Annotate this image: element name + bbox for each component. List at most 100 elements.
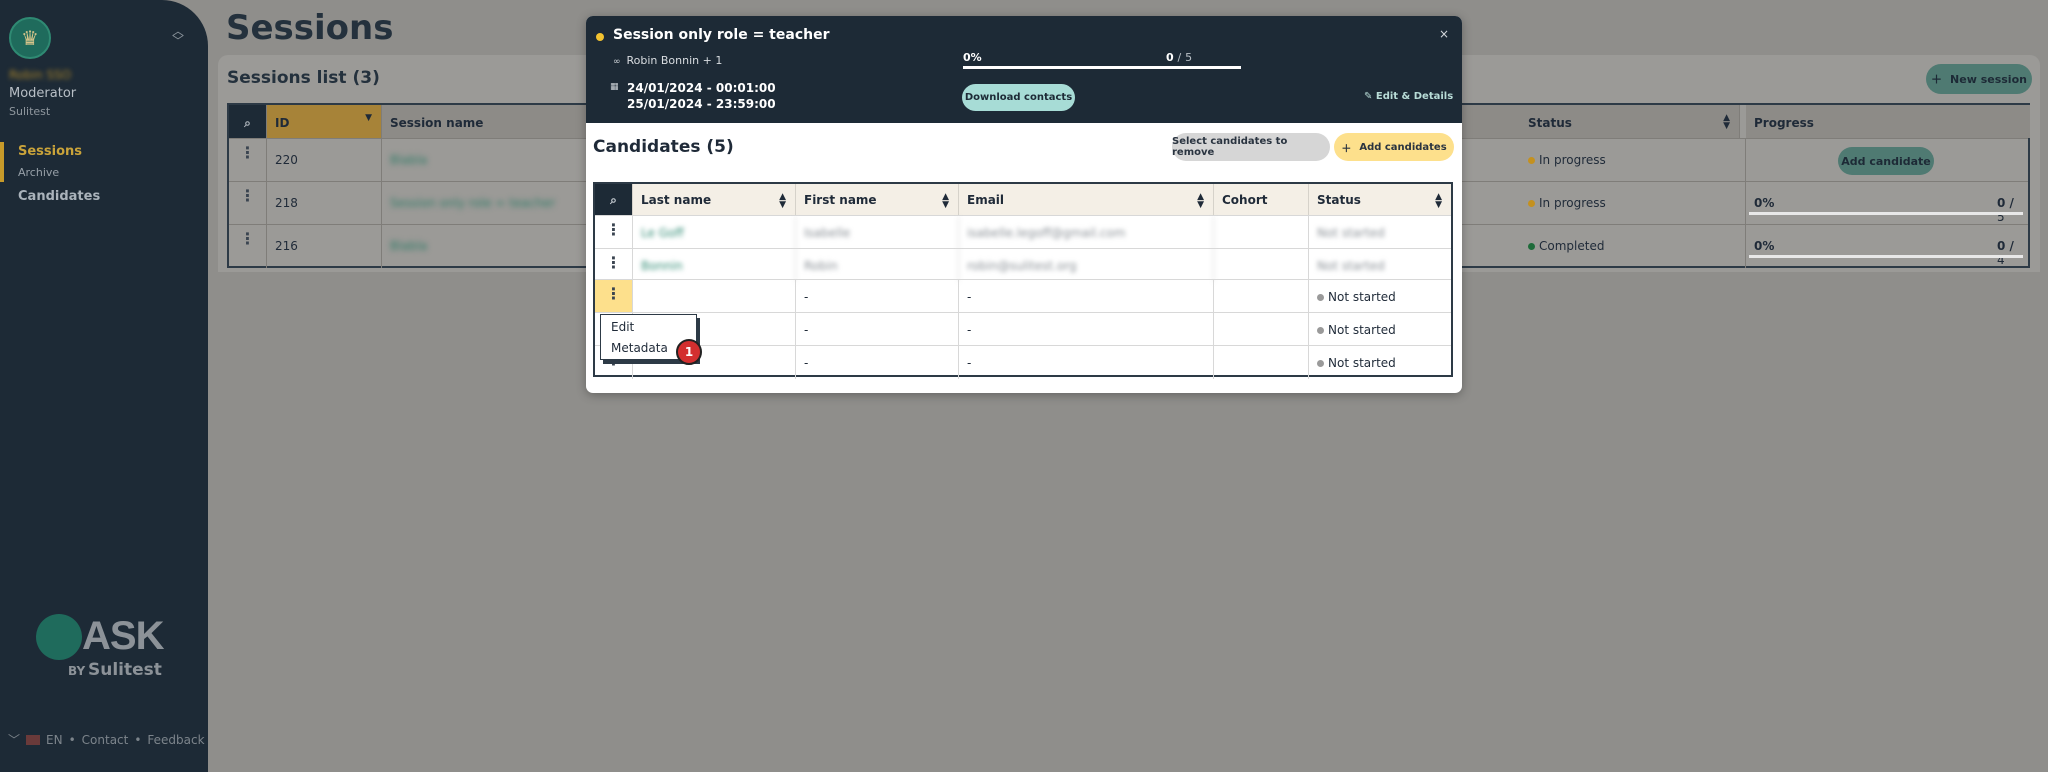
candidate-status: Not started xyxy=(1317,226,1385,240)
user-avatar[interactable]: ♛ xyxy=(9,17,51,59)
progress-pct: 0% xyxy=(1754,239,1775,253)
email: - xyxy=(959,346,1214,379)
column-header-id[interactable]: ID ▼ xyxy=(267,105,382,138)
table-row[interactable]: ⋮ - - Not started xyxy=(595,279,1451,313)
sidebar-footer: ﹀ EN • Contact • Feedback xyxy=(8,731,205,748)
sidebar-item-candidates[interactable]: Candidates xyxy=(18,189,100,204)
column-last-label: Last name xyxy=(641,193,712,207)
row-menu-icon[interactable]: ⋮ xyxy=(229,139,267,182)
column-status-label: Status xyxy=(1528,116,1572,130)
sort-icon[interactable]: ▲ ▼ xyxy=(942,193,949,210)
last-name[interactable]: Le Goff xyxy=(633,216,796,249)
column-header-email[interactable]: Email ▲ ▼ xyxy=(959,184,1214,215)
session-status: Completed xyxy=(1520,225,1746,268)
add-candidates-button[interactable]: ＋ Add candidates xyxy=(1334,133,1454,161)
table-row[interactable]: ⋮ - - Not started xyxy=(595,312,1451,346)
user-name: Robin SSO xyxy=(9,68,72,82)
step-badge: 1 xyxy=(676,339,702,365)
feedback-link[interactable]: Feedback xyxy=(147,733,204,747)
menu-item-metadata[interactable]: Metadata xyxy=(611,341,668,355)
status-label: In progress xyxy=(1539,196,1606,210)
contact-link[interactable]: Contact xyxy=(82,733,129,747)
row-menu-icon[interactable]: ⋮ xyxy=(595,249,633,282)
nav-active-indicator xyxy=(0,142,4,182)
session-status: In progress xyxy=(1520,139,1746,182)
first-name: - xyxy=(796,346,959,379)
plus-icon: ＋ xyxy=(1341,143,1352,155)
email: isabelle.legoff@gmail.com xyxy=(959,216,1214,249)
progress-pct: 0% xyxy=(1754,196,1775,210)
row-menu-icon[interactable]: ⋮ xyxy=(229,225,267,268)
session-owner: ∞ Robin Bonnin + 1 xyxy=(613,54,722,67)
last-name[interactable] xyxy=(633,280,796,313)
table-row[interactable]: ⋮ Bonnin Robin robin@sulitest.org Not st… xyxy=(595,248,1451,282)
status-dot xyxy=(1317,360,1324,367)
candidate-status: Not started xyxy=(1309,313,1451,346)
sort-icon[interactable]: ▲ ▼ xyxy=(1723,114,1730,131)
first-name: - xyxy=(796,280,959,313)
session-id: 220 xyxy=(267,139,382,182)
column-cohort-label: Cohort xyxy=(1222,193,1268,207)
column-name-label: Session name xyxy=(390,116,484,130)
session-dates: 24/01/2024 - 00:01:00 25/01/2024 - 23:59… xyxy=(613,80,776,112)
select-candidates-to-remove-button[interactable]: Select candidates to remove xyxy=(1172,133,1330,161)
brand-by: BY xyxy=(68,664,86,678)
new-session-label: New session xyxy=(1950,72,2027,86)
column-header-cohort: Cohort xyxy=(1214,184,1309,215)
table-search-icon[interactable]: ⌕ xyxy=(595,184,633,215)
close-icon[interactable]: × xyxy=(1439,27,1449,41)
row-menu-icon[interactable]: ⋮ xyxy=(595,280,633,313)
link-icon: ∞ xyxy=(613,57,621,67)
first-name: - xyxy=(796,313,959,346)
add-candidate-button[interactable]: Add candidate xyxy=(1838,147,1934,175)
column-header-status[interactable]: Status ▲ ▼ xyxy=(1309,184,1451,215)
sort-icon[interactable]: ▲ ▼ xyxy=(1197,193,1204,210)
status-dot xyxy=(1317,294,1324,301)
status-dot xyxy=(1528,157,1535,164)
status-dot xyxy=(1317,327,1324,334)
brand-ask: ASK xyxy=(82,614,164,658)
modal-progress-count: 0 / 5 xyxy=(1166,51,1193,64)
row-menu-icon[interactable]: ⋮ xyxy=(595,216,633,249)
chevron-down-icon[interactable]: ﹀ xyxy=(8,731,20,748)
brand-sulitest: Sulitest xyxy=(88,660,162,680)
status-dot xyxy=(596,33,604,41)
chevron-updown-icon[interactable]: ︿ ﹀ xyxy=(172,25,184,47)
modal-progress-pct: 0% xyxy=(963,51,982,64)
sidebar: ♛ ︿ ﹀ Robin SSO Moderator Sulitest Sessio… xyxy=(0,0,208,772)
footer-sep: • xyxy=(134,732,142,747)
new-session-button[interactable]: ＋ New session xyxy=(1926,64,2032,94)
footer-sep: • xyxy=(68,732,76,747)
column-header-last-name[interactable]: Last name ▲ ▼ xyxy=(633,184,796,215)
column-id-label: ID xyxy=(275,116,290,130)
first-name: Robin xyxy=(796,249,959,282)
sort-desc-icon[interactable]: ▼ xyxy=(365,114,372,123)
column-header-first-name[interactable]: First name ▲ ▼ xyxy=(796,184,959,215)
menu-item-edit[interactable]: Edit xyxy=(611,320,634,334)
owner-label: Robin Bonnin + 1 xyxy=(626,54,723,67)
last-name[interactable]: Bonnin xyxy=(633,249,796,282)
table-search-icon[interactable]: ⌕ xyxy=(229,105,267,138)
modal-progress-bar xyxy=(963,66,1241,69)
cohort xyxy=(1214,216,1309,249)
edit-details-link[interactable]: ✎ Edit & Details xyxy=(1364,91,1453,102)
row-menu-icon[interactable]: ⋮ xyxy=(229,182,267,225)
language-selector[interactable]: EN xyxy=(46,733,63,747)
sort-icon[interactable]: ▲ ▼ xyxy=(1435,193,1442,210)
sessions-list-title: Sessions list (3) xyxy=(227,68,380,88)
sort-icon[interactable]: ▲ ▼ xyxy=(779,193,786,210)
session-status: In progress xyxy=(1520,182,1746,225)
brand-logo: ASK BY Sulitest xyxy=(36,612,176,682)
sidebar-item-sessions[interactable]: Sessions xyxy=(18,144,82,159)
globe-icon xyxy=(36,614,82,660)
cohort xyxy=(1214,249,1309,282)
candidates-table: ⌕ Last name ▲ ▼ First name ▲ ▼ Email ▲ ▼ Co… xyxy=(593,182,1453,379)
table-row[interactable]: ⋮ - - Not started xyxy=(595,345,1451,379)
download-contacts-button[interactable]: Download contacts xyxy=(962,84,1075,111)
sidebar-item-archive[interactable]: Archive xyxy=(18,166,59,179)
column-header-status[interactable]: Status ▲ ▼ xyxy=(1520,105,1740,138)
status-label: In progress xyxy=(1539,153,1606,167)
table-row[interactable]: ⋮ Le Goff Isabelle isabelle.legoff@gmail… xyxy=(595,215,1451,249)
email: - xyxy=(959,280,1214,313)
status-label: Completed xyxy=(1539,239,1605,253)
